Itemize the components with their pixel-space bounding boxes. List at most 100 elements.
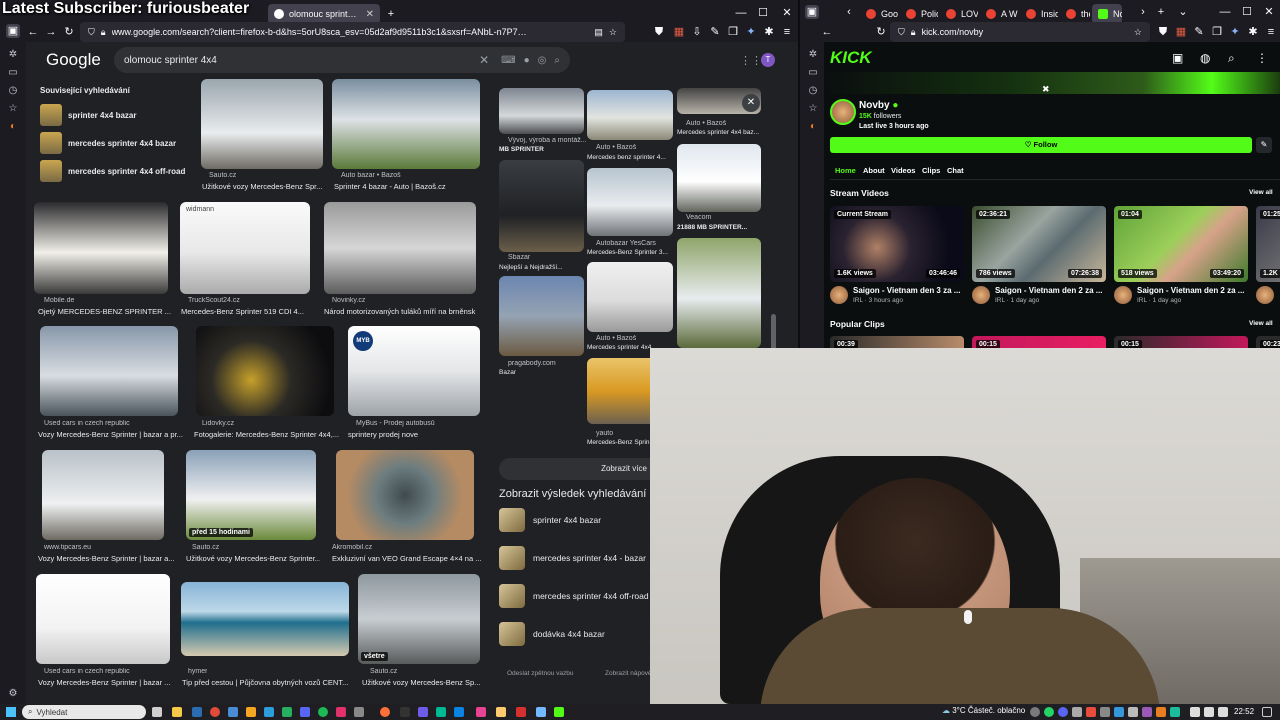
notifications-button[interactable]: ✎ [1256,137,1272,153]
banner-close-icon[interactable]: ✖ [1042,84,1050,95]
tray-icon[interactable] [1156,707,1166,717]
result-title[interactable]: sprintery prodej nove [348,430,480,439]
windows-start-icon[interactable] [6,707,16,717]
result-title[interactable]: Sprinter 4 bazar - Auto | Bazoš.cz [334,182,482,191]
result-source[interactable]: Sauto.cz [209,172,236,179]
app-icon[interactable] [516,707,526,717]
result-title[interactable]: Vozy Mercedes-Benz Sprinter | bazar a... [38,554,186,563]
result-image[interactable] [587,168,673,236]
result-source[interactable]: Auto bazar • Bazoš [341,172,401,179]
related-search-item[interactable]: mercedes sprinter 4x4 bazar [34,129,190,157]
view-all-link[interactable]: View all [1249,320,1273,327]
result-source[interactable]: Autobazar YesCars [596,240,656,247]
result-image[interactable] [499,88,584,134]
clip-thumbnail[interactable]: 00:39 [830,336,964,348]
tray-icon[interactable] [1058,707,1068,717]
result-image[interactable] [587,262,673,332]
result-source[interactable]: Used cars in czech republic [44,668,130,675]
app-icon[interactable] [476,707,486,717]
tray-icon[interactable] [1142,707,1152,717]
result-source[interactable]: Sbazar [508,254,530,261]
microphone-icon[interactable]: ● [524,55,530,66]
task-view-icon[interactable] [152,707,162,717]
extension-icon[interactable]: ▦ [1174,25,1188,39]
reload-icon[interactable]: ↻ [62,25,76,39]
maximize-button[interactable]: ☐ [756,6,770,20]
result-source[interactable]: Akromobil.cz [332,544,372,551]
minimize-button[interactable]: — [1218,5,1232,19]
close-panel-icon[interactable]: ✕ [742,94,760,112]
tab-chat[interactable]: Chat [947,166,964,175]
result-title[interactable]: 21888 MB SPRINTER... [677,224,761,231]
tray-icon[interactable] [1170,707,1180,717]
browser-tab[interactable]: the n... [1060,4,1090,24]
file-explorer-icon[interactable] [172,707,182,717]
search-box[interactable]: olomouc sprinter 4x4 ✕ ⌨ ● ◎ ⌕ [114,47,570,73]
kick-logo[interactable]: KICK [830,48,872,68]
volume-icon[interactable] [1204,707,1214,717]
video-thumbnail[interactable]: 01:04 518 views 03:49:20 [1114,206,1248,282]
result-image[interactable] [499,276,584,356]
app-icon[interactable] [336,707,346,717]
see-result-item[interactable]: dodávka 4x4 bazar [499,622,605,646]
result-image[interactable] [332,79,480,169]
google-logo[interactable]: Google [46,50,101,70]
app-icon[interactable] [436,707,446,717]
result-title[interactable]: Mercedes-Benz Sprinter 519 CDI 4... [181,307,311,316]
kick-app-icon[interactable] [554,707,564,717]
scrollbar-thumb[interactable] [771,314,776,350]
result-image[interactable] [677,238,761,348]
synced-tabs-icon[interactable]: ▭ [806,66,820,80]
result-image[interactable] [336,450,474,540]
result-image[interactable] [181,582,349,656]
tray-icon[interactable] [1086,707,1096,717]
extension-icon[interactable]: ⛊ [1156,25,1170,39]
browser-tab-active[interactable]: No... [1092,4,1122,24]
reader-icon[interactable]: ▤ [594,27,603,38]
tab-home[interactable]: Home [835,166,856,175]
clip-thumbnail[interactable]: 00:23 [1256,336,1280,348]
app-icon[interactable] [496,707,506,717]
apps-grid-icon[interactable]: ⋮⋮ [740,54,762,67]
taskbar-search[interactable]: ⌕ Vyhledat [22,705,146,719]
battery-icon[interactable] [1218,707,1228,717]
result-source[interactable]: Auto • Bazoš [686,120,726,127]
result-title[interactable]: Nejlepší a Nejdražší... [499,264,584,271]
result-image[interactable]: widmann [180,202,310,294]
new-tab-button[interactable]: + [384,7,398,21]
result-source[interactable]: Mobile.de [44,297,74,304]
app-icon[interactable] [536,707,546,717]
app-icon[interactable] [318,707,328,717]
result-title[interactable]: Bazar [499,369,584,376]
extension-icon[interactable]: ❐ [726,25,740,39]
result-title[interactable]: Ojetý MERCEDES-BENZ SPRINTER ... [38,307,174,316]
search-icon[interactable]: ⌕ [554,55,560,66]
video-thumbnail[interactable]: 02:36:21 786 views 07:26:38 [972,206,1106,282]
clock[interactable]: 22:52 [1234,707,1254,716]
app-icon[interactable] [246,707,256,717]
result-image[interactable] [201,79,323,169]
see-result-item[interactable]: mercedes sprinter 4x4 - bazar [499,546,646,570]
ai-chat-icon[interactable]: ✲ [806,48,820,62]
extension-icon[interactable]: ✦ [744,25,758,39]
browser-tab[interactable]: Polic... [900,4,938,24]
forward-icon[interactable]: → [44,25,58,39]
search-input[interactable]: olomouc sprinter 4x4 [124,55,217,66]
video-thumbnail[interactable]: 01:25 1.2K v [1256,206,1280,282]
chrome-icon[interactable] [210,707,220,717]
tab-about[interactable]: About [863,166,885,175]
result-title[interactable]: Užitkové vozy Mercedes-Benz Spr... [202,182,324,191]
sidebar-toggle-icon[interactable]: ▣ [805,5,819,19]
result-image[interactable] [42,450,164,540]
result-source[interactable]: Auto • Bazoš [596,335,636,342]
result-source[interactable]: Sauto.cz [370,668,397,675]
result-image[interactable] [36,574,170,664]
video-avatar[interactable] [1114,286,1132,304]
close-window-button[interactable]: ✕ [780,6,794,20]
keyboard-icon[interactable]: ⌨ [501,55,515,66]
related-search-item[interactable]: sprinter 4x4 bazar [34,101,190,129]
downloads-icon[interactable]: ⇩ [690,25,704,39]
back-icon[interactable]: ← [820,25,834,39]
tray-icon[interactable] [1114,707,1124,717]
extension-icon[interactable]: ❐ [1210,25,1224,39]
